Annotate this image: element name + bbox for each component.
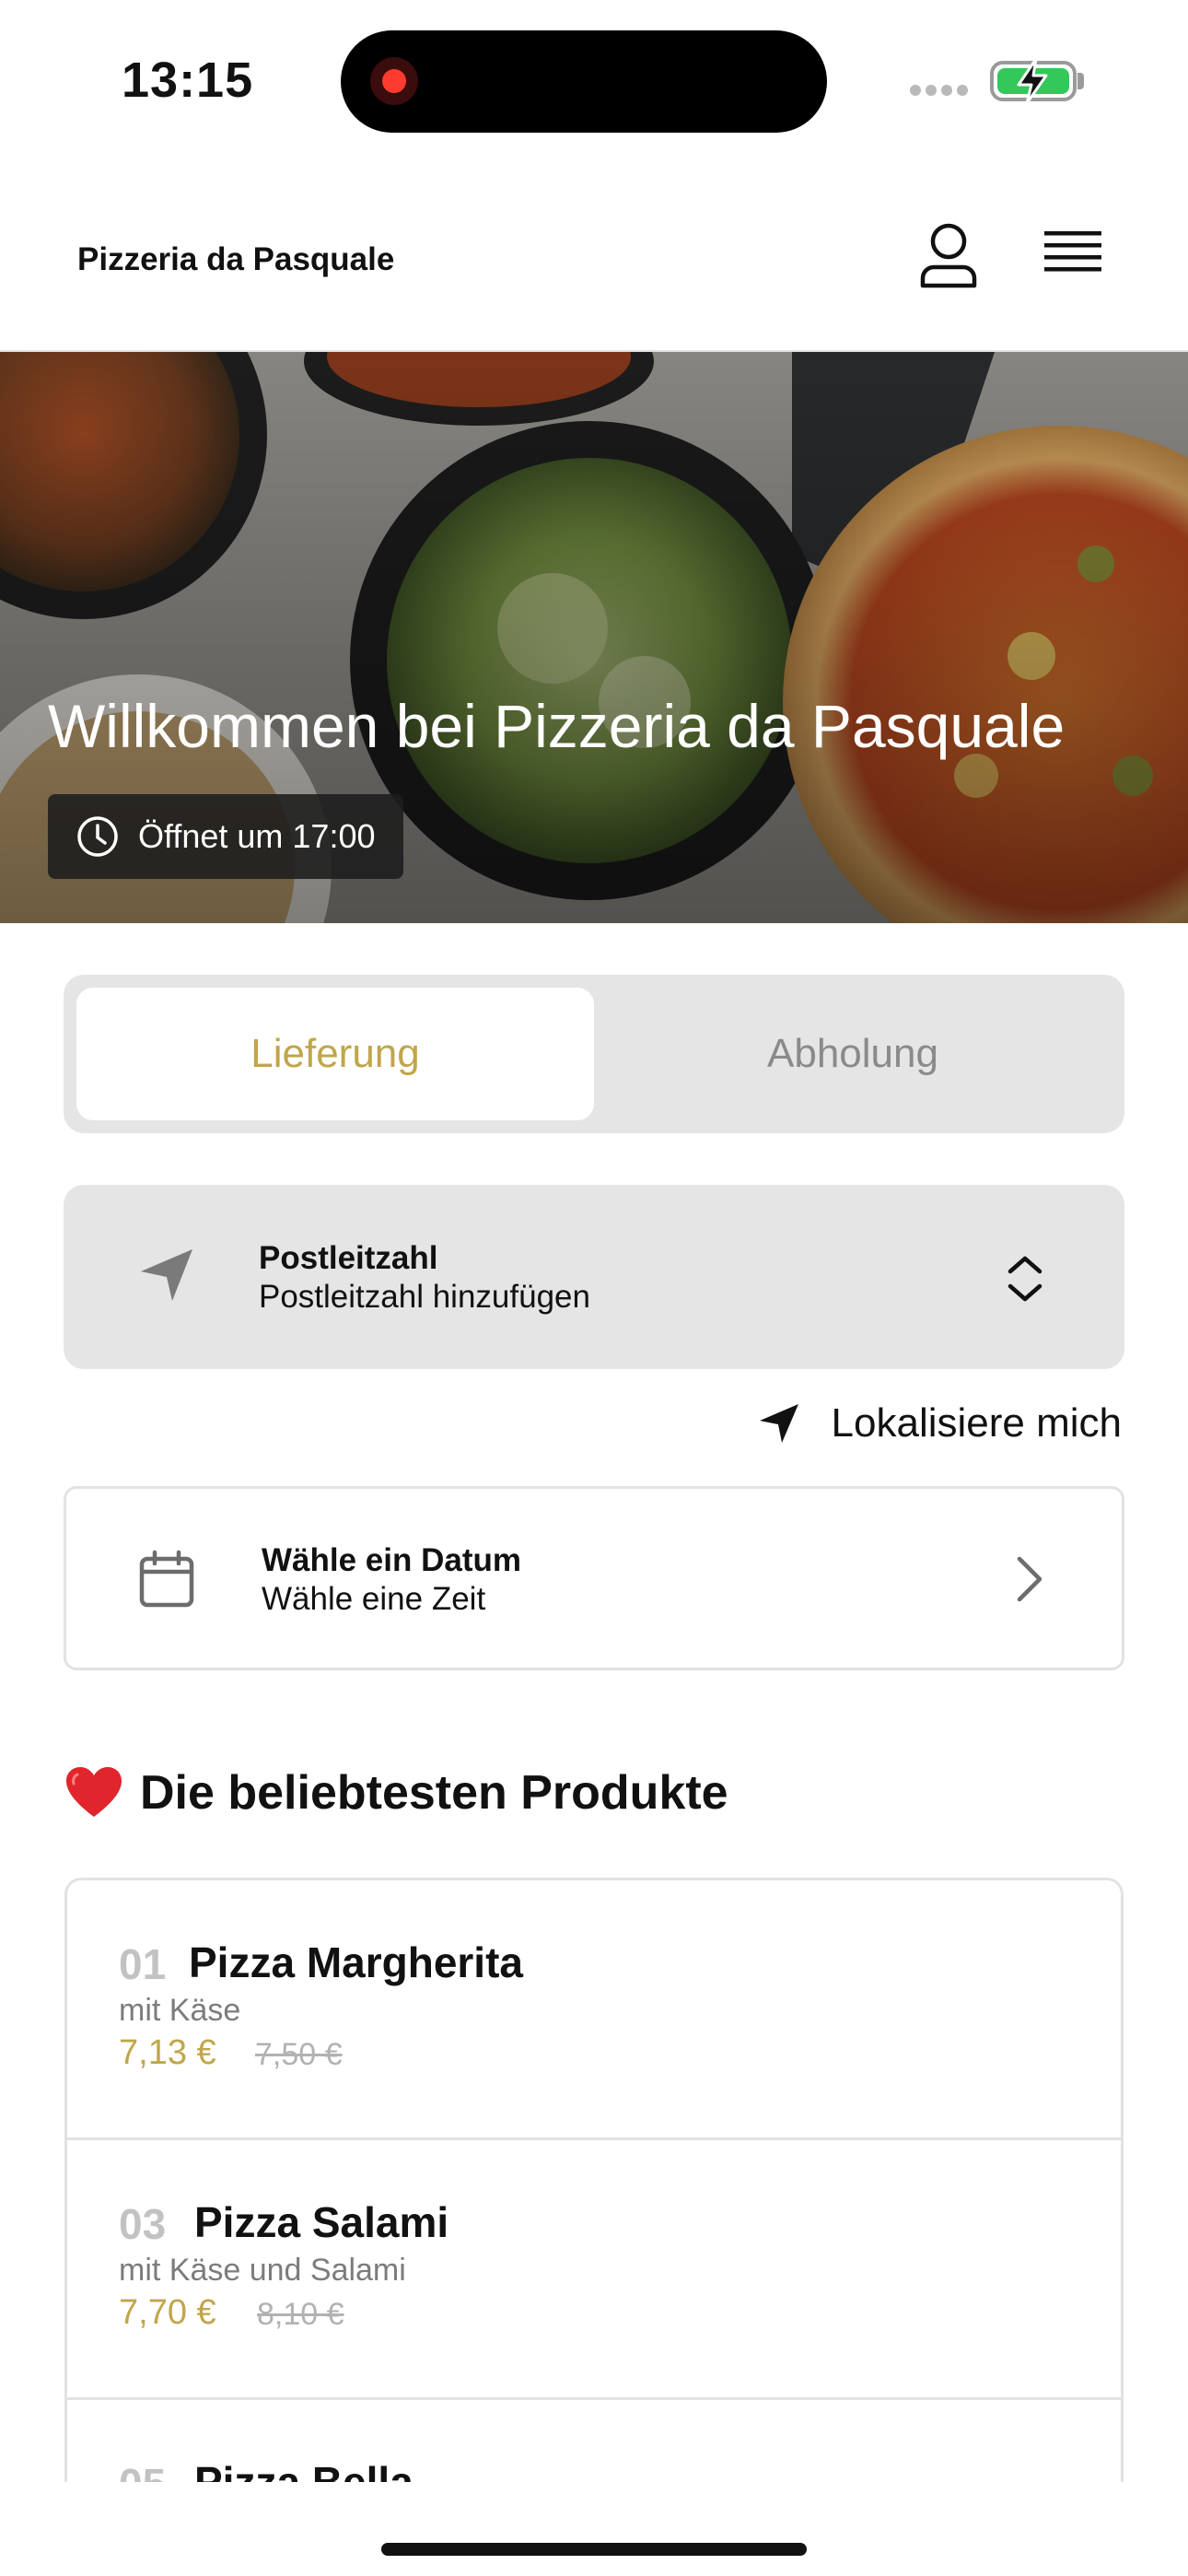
product-description: mit Käse xyxy=(119,1993,241,2028)
charging-bolt-icon xyxy=(1017,57,1048,105)
calendar-icon xyxy=(139,1550,194,1608)
opening-hours-text: Öffnet um 17:00 xyxy=(138,817,376,855)
menu-button[interactable] xyxy=(1041,227,1105,282)
tab-abholung[interactable]: Abholung xyxy=(594,988,1112,1120)
product-old-price: 7,50 € xyxy=(255,2037,343,2072)
chevron-up-down-icon xyxy=(1007,1256,1042,1302)
locate-me-label: Lokalisiere mich xyxy=(831,1400,1122,1446)
hero-title: Willkommen bei Pizzeria da Pasquale xyxy=(48,692,1066,760)
product-name: Pizza Margherita xyxy=(189,1938,523,1986)
hero-banner: Willkommen bei Pizzeria da Pasquale Öffn… xyxy=(0,352,1188,923)
product-item[interactable]: 01 Pizza Margherita mit Käse 7,13 € 7,50… xyxy=(67,1880,1121,2140)
date-label: Wähle ein Datum xyxy=(262,1542,521,1578)
navigation-arrow-icon xyxy=(758,1402,800,1445)
clock-icon xyxy=(76,814,120,859)
user-icon xyxy=(920,223,977,288)
brand-name: Pizzeria da Pasquale xyxy=(77,241,395,277)
postal-code-selector[interactable]: Postleitzahl Postleitzahl hinzufügen xyxy=(64,1185,1124,1369)
dynamic-island xyxy=(341,30,827,133)
order-mode-toggle: Lieferung Abholung xyxy=(64,975,1124,1133)
status-time: 13:15 xyxy=(122,53,254,108)
product-price: 7,13 € xyxy=(119,2033,216,2072)
location-arrow-icon xyxy=(141,1249,192,1301)
popular-products-title: Die beliebtesten Produkte xyxy=(140,1766,728,1820)
product-name: Pizza Bella xyxy=(194,2458,413,2482)
hamburger-menu-icon xyxy=(1044,231,1101,272)
postal-code-label: Postleitzahl xyxy=(259,1240,438,1276)
product-number: 03 xyxy=(119,2200,167,2248)
product-number: 01 xyxy=(119,1940,167,1988)
product-name: Pizza Salami xyxy=(194,2198,449,2246)
app-header: Pizzeria da Pasquale xyxy=(0,157,1188,352)
product-number: 05 xyxy=(119,2459,166,2482)
postal-code-placeholder: Postleitzahl hinzufügen xyxy=(259,1279,590,1315)
opening-hours-badge: Öffnet um 17:00 xyxy=(48,794,403,879)
chevron-right-icon xyxy=(1017,1556,1042,1602)
heart-icon xyxy=(64,1765,123,1821)
time-label: Wähle eine Zeit xyxy=(262,1581,486,1617)
home-indicator[interactable] xyxy=(381,2543,807,2556)
popular-products-list: 01 Pizza Margherita mit Käse 7,13 € 7,50… xyxy=(64,1878,1124,2482)
product-item[interactable]: 03 Pizza Salami mit Käse und Salami 7,70… xyxy=(67,2140,1121,2400)
product-description: mit Käse und Salami xyxy=(119,2253,406,2288)
tab-lieferung[interactable]: Lieferung xyxy=(76,988,594,1120)
locate-me-button[interactable]: Lokalisiere mich xyxy=(758,1400,1122,1446)
date-time-picker[interactable]: Wähle ein Datum Wähle eine Zeit xyxy=(64,1486,1124,1670)
recording-indicator-icon xyxy=(370,57,418,105)
profile-button[interactable] xyxy=(912,217,985,291)
product-item[interactable]: 05 Pizza Bella xyxy=(67,2400,1121,2482)
status-bar: 13:15 xyxy=(0,0,1188,157)
product-price: 7,70 € xyxy=(119,2293,216,2332)
popular-products-heading: Die beliebtesten Produkte xyxy=(64,1765,728,1821)
product-old-price: 8,10 € xyxy=(257,2297,344,2332)
cellular-signal-icon xyxy=(910,84,974,97)
